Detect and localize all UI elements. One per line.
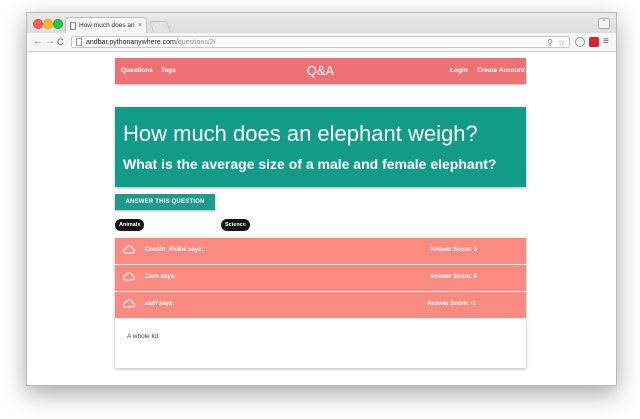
window-maximize-button[interactable] (53, 19, 63, 29)
tab-close-icon[interactable]: × (138, 22, 142, 29)
extension-icon[interactable] (575, 37, 585, 47)
cloud-icon (123, 299, 135, 308)
question-title: How much does an elephant weigh? (123, 121, 478, 146)
new-tab-button[interactable] (148, 21, 172, 32)
nav-login-link[interactable]: Login (450, 58, 468, 84)
page-icon (76, 38, 82, 46)
window-close-button[interactable] (33, 19, 43, 29)
answer-row[interactable]: Cousin_Rickie says: Answer Score: 3 (115, 238, 526, 265)
bookmark-star-icon[interactable]: ☆ (558, 37, 565, 48)
answer-author: Cousin_Rickie says: (145, 247, 204, 253)
answer-score: Answer Score: -1 (426, 301, 476, 307)
url-text[interactable]: andbar.pythonanywhere.com/questions/2/ (86, 38, 216, 47)
url-host: andbar.pythonanywhere.com (86, 39, 176, 46)
nav-create-account-link[interactable]: Create Account (477, 58, 525, 84)
tag-chip-science[interactable]: Science (221, 219, 250, 231)
page-viewport: Questions Tags Q&A Login Create Account … (27, 52, 616, 385)
question-header: How much does an elephant weigh? What is… (115, 107, 526, 187)
answer-author: asdf says: (145, 301, 175, 307)
extension-red-icon[interactable] (589, 37, 599, 47)
answer-body-text: A whole lot (127, 333, 159, 340)
menu-icon[interactable]: ≡ (603, 35, 609, 49)
zoom-icon[interactable]: ⚲ (547, 37, 553, 48)
window-minimize-button[interactable] (43, 19, 53, 29)
back-arrow-icon[interactable]: ← (33, 35, 43, 49)
page-favicon-icon (70, 21, 76, 30)
answer-row[interactable]: asdf says: Answer Score: -1 (115, 292, 526, 319)
forward-arrow-icon[interactable]: → (45, 35, 55, 49)
site-navbar: Questions Tags Q&A Login Create Account (115, 58, 526, 84)
answer-score: Answer Score: 0 (429, 274, 477, 280)
browser-toolbar: ← → C andbar.pythonanywhere.com/question… (27, 33, 616, 52)
answer-row[interactable]: Zach says: Answer Score: 0 (115, 265, 526, 292)
reload-icon[interactable]: C (57, 35, 64, 49)
cloud-icon (123, 272, 135, 281)
browser-tab[interactable]: How much does an elephant weigh × (65, 17, 147, 33)
tab-title: How much does an elephant weigh (79, 22, 136, 29)
question-subtitle: What is the average size of a male and f… (123, 156, 497, 172)
answer-question-button[interactable]: ANSWER THIS QUESTION (115, 194, 215, 210)
address-bar[interactable]: andbar.pythonanywhere.com/questions/2/ ⚲… (71, 36, 570, 48)
answer-author: Zach says: (145, 274, 177, 280)
answers-collapsible: Cousin_Rickie says: Answer Score: 3 Zach… (115, 238, 526, 368)
tab-strip: How much does an elephant weigh × ⌃ (27, 13, 616, 33)
browser-window: How much does an elephant weigh × ⌃ ← → … (26, 12, 617, 386)
cloud-icon (123, 245, 135, 254)
profile-button[interactable]: ⌃ (598, 18, 610, 29)
tag-chip-animals[interactable]: Animals (115, 219, 145, 231)
url-path: /questions/2/ (175, 39, 216, 46)
answer-score: Answer Score: 3 (429, 247, 477, 253)
